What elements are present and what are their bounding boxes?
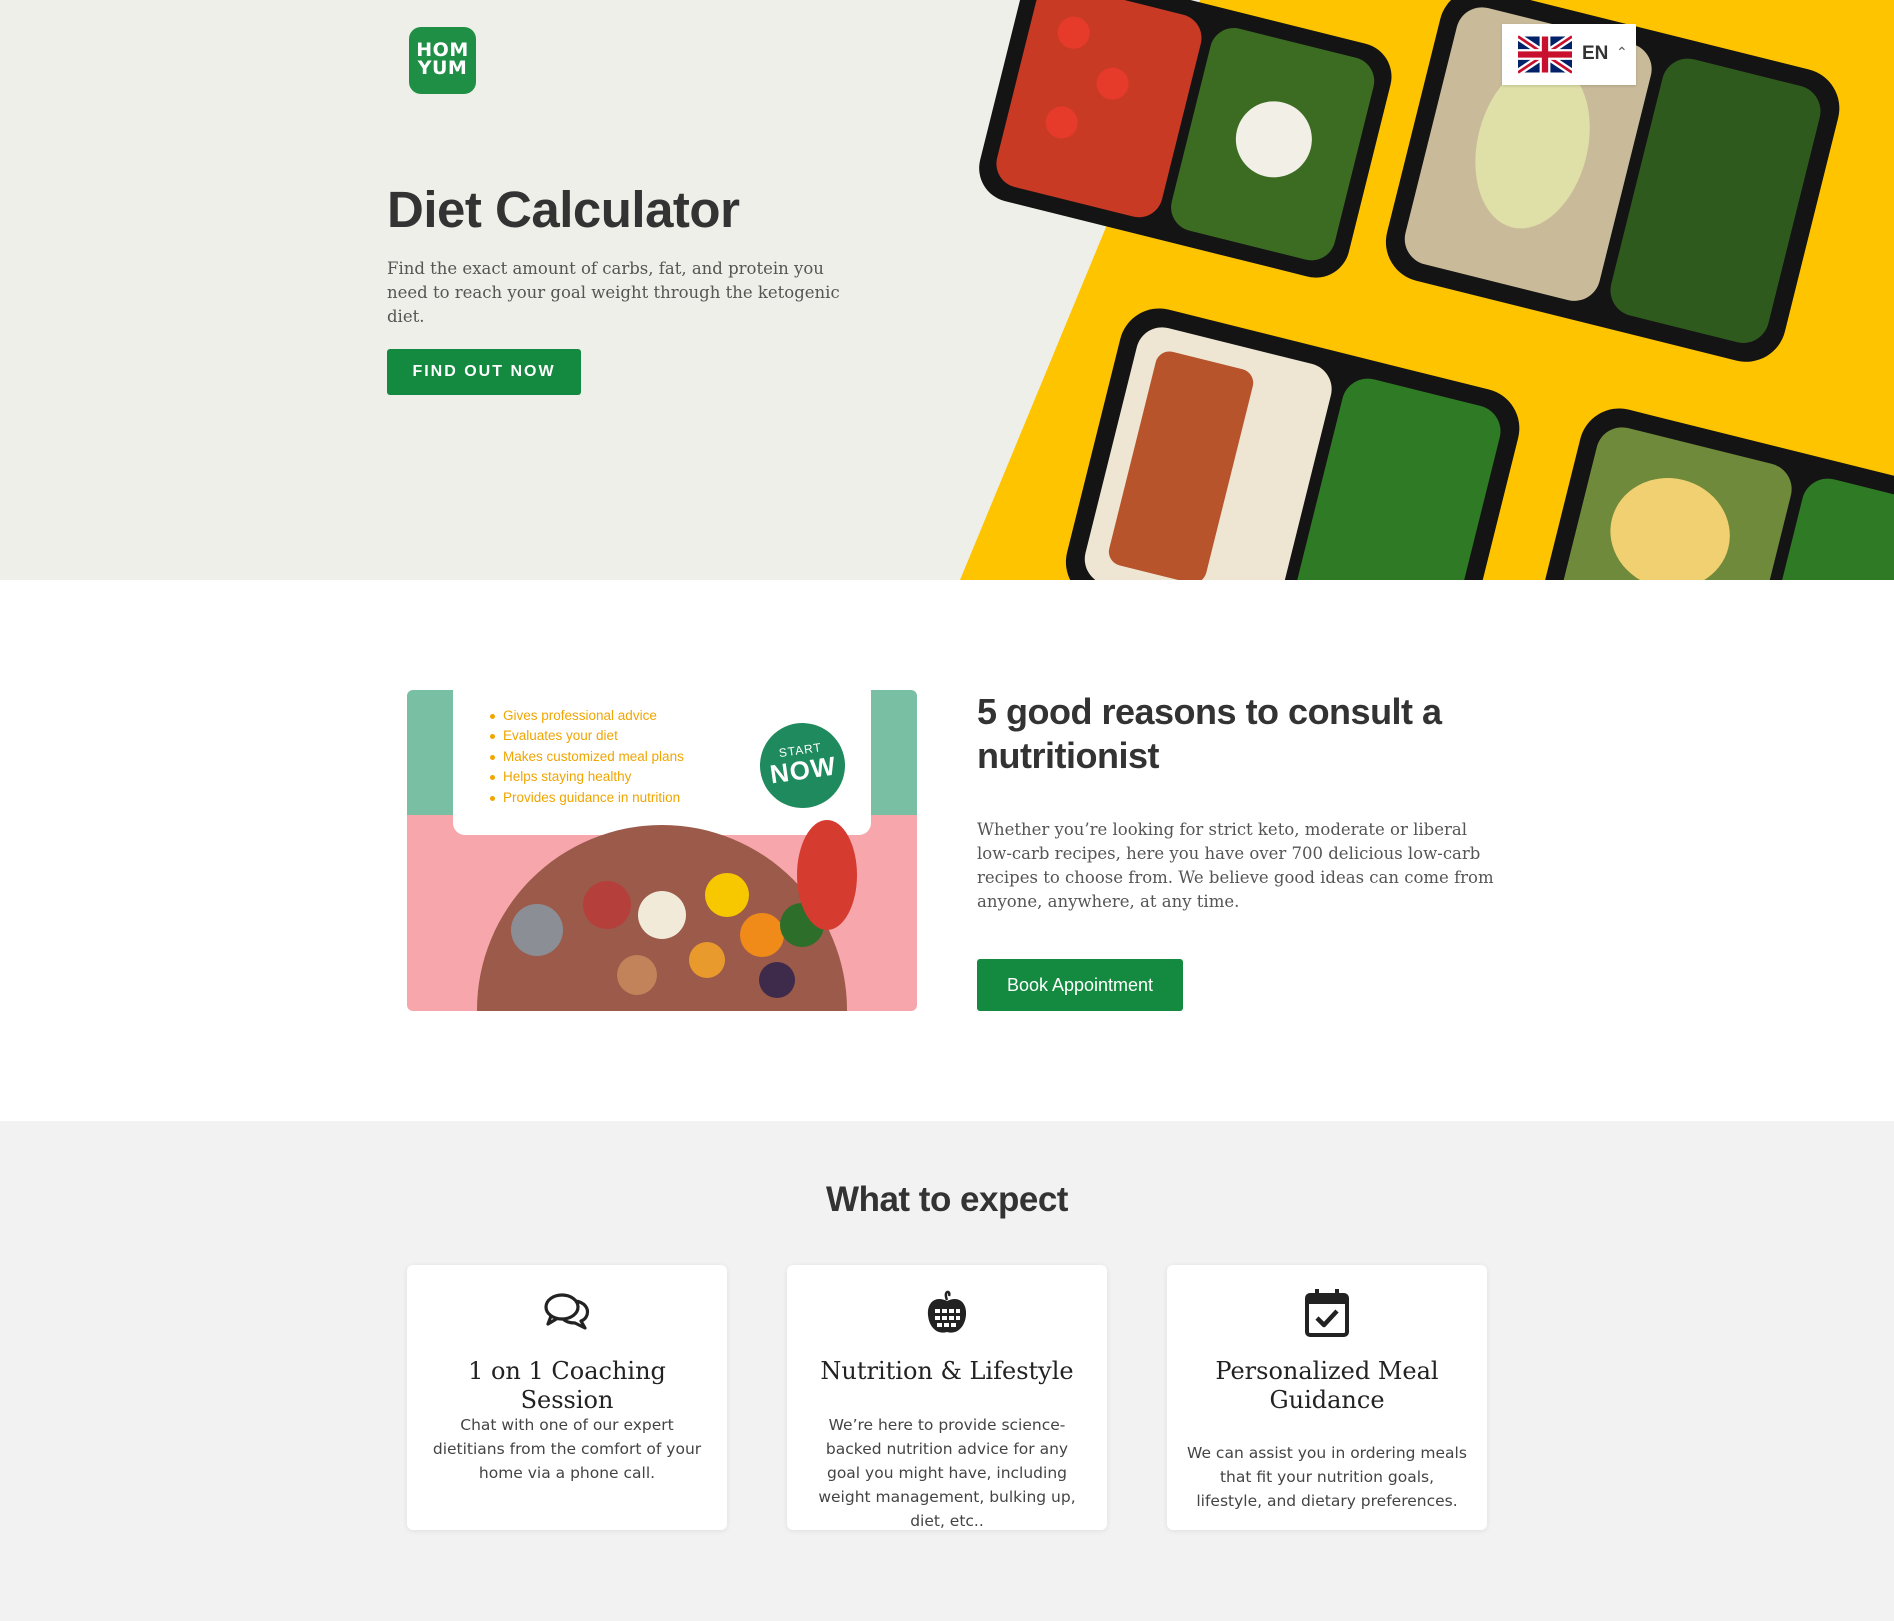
list-item: Evaluates your diet <box>490 726 684 746</box>
card-text: We can assist you in ordering meals that… <box>1187 1444 1467 1510</box>
reasons-heading: 5 good reasons to consult a nutritionist <box>977 691 1442 776</box>
what-to-expect-heading: What to expect <box>826 1180 1068 1219</box>
apple-calendar-icon <box>927 1290 967 1333</box>
chevron-up-icon: ⌃ <box>1616 44 1628 60</box>
list-item: Helps staying healthy <box>490 767 684 787</box>
nutrition-lifestyle-card: Nutrition & Lifestyle We’re here to prov… <box>787 1265 1107 1530</box>
language-selector[interactable]: EN ⌃ <box>1502 24 1636 85</box>
benefits-list: Gives professional advice Evaluates your… <box>490 706 684 808</box>
card-title: Nutrition & Lifestyle <box>820 1357 1074 1385</box>
uk-flag-icon <box>1518 34 1572 75</box>
logo-text-bottom: YUM <box>417 57 468 79</box>
hero-subtitle: Find the exact amount of carbs, fat, and… <box>387 259 840 326</box>
card-text: Chat with one of our expert dietitians f… <box>432 1416 702 1482</box>
page-title: Diet Calculator <box>387 181 740 238</box>
find-out-now-button[interactable]: FIND OUT NOW <box>387 349 581 395</box>
list-item: Gives professional advice <box>490 706 684 726</box>
list-item: Provides guidance in nutrition <box>490 788 684 808</box>
card-title: 1 on 1 Coaching Session <box>468 1357 666 1414</box>
meal-guidance-card: Personalized Meal Guidance We can assist… <box>1167 1265 1487 1530</box>
card-text: We’re here to provide science-backed nut… <box>818 1416 1076 1530</box>
calendar-check-icon <box>1305 1289 1349 1337</box>
chat-bubbles-icon <box>544 1293 590 1330</box>
coaching-session-card: 1 on 1 Coaching Session Chat with one of… <box>407 1265 727 1530</box>
book-appointment-button[interactable]: Book Appointment <box>977 959 1183 1011</box>
language-code: EN <box>1582 43 1609 64</box>
nutritionist-promo-image: Gives professional advice Evaluates your… <box>407 690 917 1011</box>
reasons-text: Whether you’re looking for strict keto, … <box>977 820 1494 911</box>
card-title: Personalized Meal Guidance <box>1215 1357 1439 1414</box>
hero-section: HOM YUM Diet Calculator Find the exact a… <box>0 0 1894 580</box>
meal-trays-image <box>960 0 1894 580</box>
list-item: Makes customized meal plans <box>490 747 684 767</box>
homyum-logo[interactable]: HOM YUM <box>409 27 476 94</box>
